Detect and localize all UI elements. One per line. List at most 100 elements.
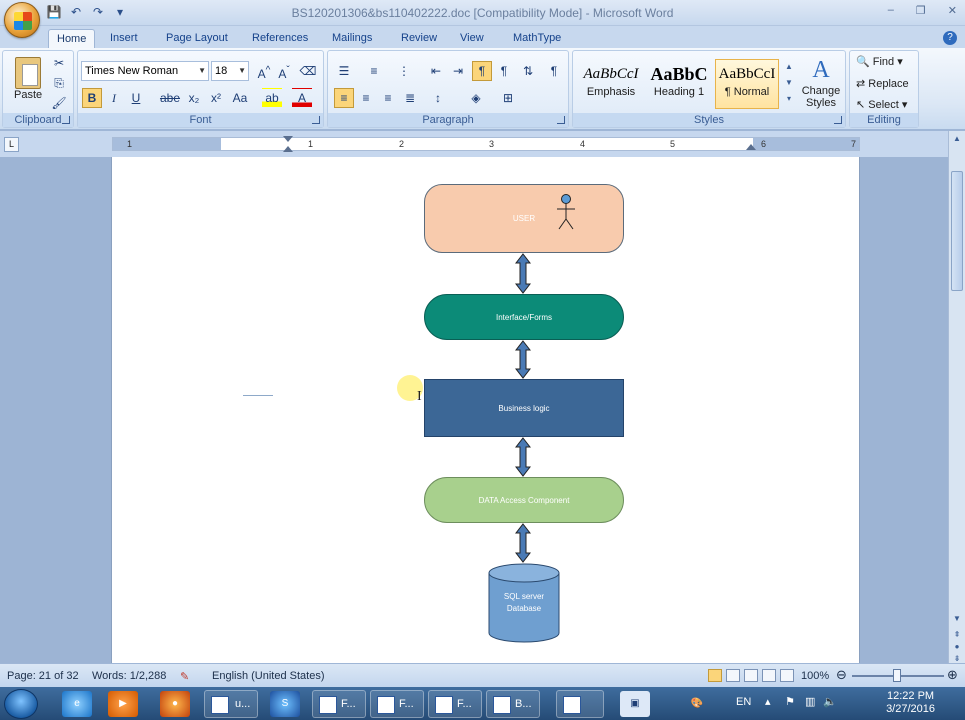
show-marks-icon[interactable]: ¶ xyxy=(544,61,564,81)
find-button[interactable]: 🔍 Find ▾ xyxy=(856,55,903,68)
scroll-down-icon[interactable]: ▼ xyxy=(952,614,962,623)
network-icon[interactable]: ▥ xyxy=(805,695,815,708)
underline-button[interactable]: U xyxy=(126,88,146,108)
vertical-scrollbar[interactable]: ▲ ▼ ⇞ ● ⇟ xyxy=(948,131,965,663)
align-right-icon[interactable]: ≡ xyxy=(378,88,398,108)
user-box[interactable]: USER xyxy=(424,184,624,253)
scroll-up-icon[interactable]: ▲ xyxy=(952,134,962,143)
first-line-indent-marker[interactable] xyxy=(283,136,293,142)
taskbar-task-word-4[interactable]: B... xyxy=(486,690,540,718)
minimize-button[interactable]: – xyxy=(888,4,894,17)
close-button[interactable]: ✕ xyxy=(948,4,957,17)
clipboard-launcher-icon[interactable] xyxy=(62,116,70,124)
line-spacing-icon[interactable]: ↕ xyxy=(428,88,448,108)
bold-button[interactable]: B xyxy=(82,88,102,108)
highlight-icon[interactable]: ab xyxy=(262,88,282,108)
rtl-icon[interactable]: ¶ xyxy=(494,61,514,81)
zoom-level[interactable]: 100% xyxy=(801,670,829,682)
taskbar-task-chrome[interactable]: u... xyxy=(204,690,258,718)
web-layout-view-icon[interactable] xyxy=(744,669,758,682)
borders-icon[interactable]: ⊞ xyxy=(498,88,518,108)
paragraph-launcher-icon[interactable] xyxy=(557,116,565,124)
font-launcher-icon[interactable] xyxy=(312,116,320,124)
full-screen-view-icon[interactable] xyxy=(726,669,740,682)
increase-indent-icon[interactable]: ⇥ xyxy=(448,61,468,81)
paste-label[interactable]: Paste xyxy=(14,89,42,101)
align-center-icon[interactable]: ≡ xyxy=(356,88,376,108)
volume-icon[interactable]: 🔈 xyxy=(823,695,837,708)
draft-view-icon[interactable] xyxy=(780,669,794,682)
select-button[interactable]: ↖ Select ▾ xyxy=(856,98,907,111)
taskbar-task-word-3[interactable]: F... xyxy=(428,690,482,718)
app-swirl-icon[interactable]: S xyxy=(270,691,300,717)
tab-mathtype[interactable]: MathType xyxy=(505,29,569,49)
styles-scroll[interactable]: ▲ ▼ ▾ xyxy=(783,59,795,109)
tab-selector[interactable]: L xyxy=(4,137,19,152)
taskbar-task-word-2[interactable]: F... xyxy=(370,690,424,718)
page-count[interactable]: Page: 21 of 32 xyxy=(7,670,79,682)
change-styles-button[interactable]: A Change Styles xyxy=(799,55,843,109)
app-square-icon[interactable]: ▣ xyxy=(620,691,650,717)
database-cylinder[interactable]: SQL server Database xyxy=(488,563,560,643)
data-access-box[interactable]: DATA Access Component xyxy=(424,477,624,523)
style-emphasis[interactable]: AaBbCcI Emphasis xyxy=(579,59,643,109)
paint-icon[interactable]: 🎨 xyxy=(682,691,712,717)
decrease-indent-icon[interactable]: ⇤ xyxy=(426,61,446,81)
clock[interactable]: 12:22 PM 3/27/2016 xyxy=(886,690,935,716)
taskbar-task-word-1[interactable]: F... xyxy=(312,690,366,718)
zoom-slider-knob[interactable] xyxy=(893,669,901,682)
horizontal-ruler[interactable]: 1 1 2 3 4 5 6 7 xyxy=(112,136,860,152)
print-layout-view-icon[interactable] xyxy=(708,669,722,682)
tab-references[interactable]: References xyxy=(244,29,316,49)
tab-view[interactable]: View xyxy=(452,29,492,49)
help-icon[interactable]: ? xyxy=(943,31,957,45)
firefox-icon[interactable]: ● xyxy=(160,691,190,717)
sort-icon[interactable]: ⇅ xyxy=(518,61,538,81)
business-logic-box[interactable]: Business logic xyxy=(424,379,624,437)
font-color-icon[interactable]: A xyxy=(292,88,312,108)
justify-icon[interactable]: ≣ xyxy=(400,88,420,108)
format-painter-icon[interactable]: 🖌 xyxy=(49,93,69,113)
word-count[interactable]: Words: 1/2,288 xyxy=(92,670,166,682)
next-page-icon[interactable]: ⇟ xyxy=(952,654,962,663)
input-language[interactable]: EN xyxy=(736,696,751,708)
flag-icon[interactable]: ⚑ xyxy=(785,695,795,708)
right-indent-marker[interactable] xyxy=(746,144,756,150)
multilevel-list-icon[interactable]: ⋮ xyxy=(394,61,414,81)
clear-formatting-icon[interactable]: ⌫ xyxy=(298,61,318,81)
zoom-out-icon[interactable]: ⊖ xyxy=(836,667,847,683)
zoom-in-icon[interactable]: ⊕ xyxy=(947,667,958,683)
tab-home[interactable]: Home xyxy=(48,29,96,49)
copy-icon[interactable]: ⎘ xyxy=(49,73,69,93)
replace-button[interactable]: ⇄ Replace xyxy=(856,77,909,90)
ltr-icon[interactable]: ¶ xyxy=(472,61,492,81)
hanging-indent-marker[interactable] xyxy=(283,146,293,152)
tab-mailings[interactable]: Mailings xyxy=(324,29,380,49)
taskbar-task-app[interactable] xyxy=(556,690,604,718)
browse-object-icon[interactable]: ● xyxy=(952,642,962,651)
previous-page-icon[interactable]: ⇞ xyxy=(952,630,962,639)
bullets-icon[interactable]: ☰ xyxy=(334,61,354,81)
tray-chevron-icon[interactable]: ▴ xyxy=(765,695,771,708)
interface-forms-box[interactable]: Interface/Forms xyxy=(424,294,624,340)
styles-launcher-icon[interactable] xyxy=(834,116,842,124)
tab-review[interactable]: Review xyxy=(393,29,445,49)
language[interactable]: English (United States) xyxy=(212,670,325,682)
align-left-icon[interactable]: ≡ xyxy=(334,88,354,108)
font-size-combo[interactable]: 18 ▼ xyxy=(211,61,249,81)
internet-explorer-icon[interactable]: e xyxy=(62,691,92,717)
change-case-button[interactable]: Aa xyxy=(228,88,252,108)
tab-insert[interactable]: Insert xyxy=(102,29,146,49)
tab-page-layout[interactable]: Page Layout xyxy=(158,29,236,49)
numbering-icon[interactable]: ≡ xyxy=(364,61,384,81)
style-normal[interactable]: AaBbCcI ¶ Normal xyxy=(715,59,779,109)
paste-icon[interactable] xyxy=(15,57,41,89)
start-button[interactable] xyxy=(4,689,38,719)
scroll-thumb[interactable] xyxy=(951,171,963,291)
shrink-font-icon[interactable]: Aˇ xyxy=(274,61,294,81)
cut-icon[interactable]: ✂ xyxy=(49,53,69,73)
media-player-icon[interactable]: ▶ xyxy=(108,691,138,717)
strikethrough-button[interactable]: abe xyxy=(158,88,182,108)
maximize-button[interactable]: ❐ xyxy=(916,4,926,17)
superscript-button[interactable]: x² xyxy=(206,88,226,108)
